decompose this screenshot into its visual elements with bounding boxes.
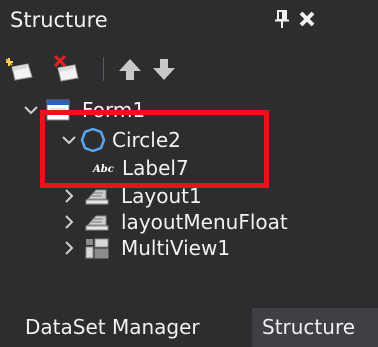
- tab-structure[interactable]: Structure: [252, 308, 378, 347]
- add-item-icon[interactable]: [5, 54, 36, 84]
- tree-node-circle2[interactable]: Circle2: [0, 126, 340, 154]
- tree-node-label: Layout1: [121, 184, 202, 208]
- tree-node-layoutmenufloat[interactable]: layoutMenuFloat: [0, 208, 340, 236]
- chevron-right-icon[interactable]: [60, 210, 78, 234]
- move-up-icon[interactable]: [115, 54, 145, 84]
- tree-node-label7[interactable]: Abc Label7: [0, 154, 340, 182]
- tree-node-label: Form1: [82, 98, 146, 122]
- form-icon: [45, 98, 73, 122]
- delete-item-icon[interactable]: [53, 54, 83, 84]
- svg-text:Abc: Abc: [92, 164, 114, 175]
- structure-toolbar: [0, 54, 378, 88]
- panel-title: Structure: [10, 8, 108, 32]
- chevron-right-icon[interactable]: [60, 184, 78, 208]
- panel-titlebar: Structure: [0, 0, 378, 40]
- chevron-down-icon[interactable]: [60, 128, 78, 152]
- tree-node-label: MultiView1: [121, 236, 231, 260]
- close-icon[interactable]: [296, 8, 318, 30]
- label-icon: Abc: [92, 156, 120, 180]
- layout-icon: [84, 210, 112, 234]
- pin-icon[interactable]: [271, 8, 293, 30]
- multiview-icon: [84, 236, 112, 260]
- chevron-right-icon[interactable]: [60, 236, 78, 260]
- chevron-down-icon[interactable]: [22, 98, 40, 122]
- layout-icon: [84, 184, 112, 208]
- tree-node-multiview1[interactable]: MultiView1: [0, 234, 340, 262]
- circle-icon: [80, 127, 108, 153]
- toolbar-separator: [103, 57, 104, 81]
- tree-node-form1[interactable]: Form1: [0, 96, 340, 124]
- tree-node-layout1[interactable]: Layout1: [0, 182, 340, 210]
- tree-node-label: Label7: [122, 156, 189, 180]
- move-down-icon[interactable]: [149, 54, 179, 84]
- tab-dataset-manager[interactable]: DataSet Manager: [0, 308, 252, 347]
- structure-panel: Structure Form1 Circle2 Abc Label7 Layou…: [0, 0, 378, 347]
- tree-node-label: Circle2: [112, 128, 181, 152]
- panel-tabbar: DataSet Manager Structure: [0, 308, 378, 347]
- tree-node-label: layoutMenuFloat: [121, 210, 288, 234]
- structure-tree: Form1 Circle2 Abc Label7 Layout1 layoutM…: [0, 88, 378, 288]
